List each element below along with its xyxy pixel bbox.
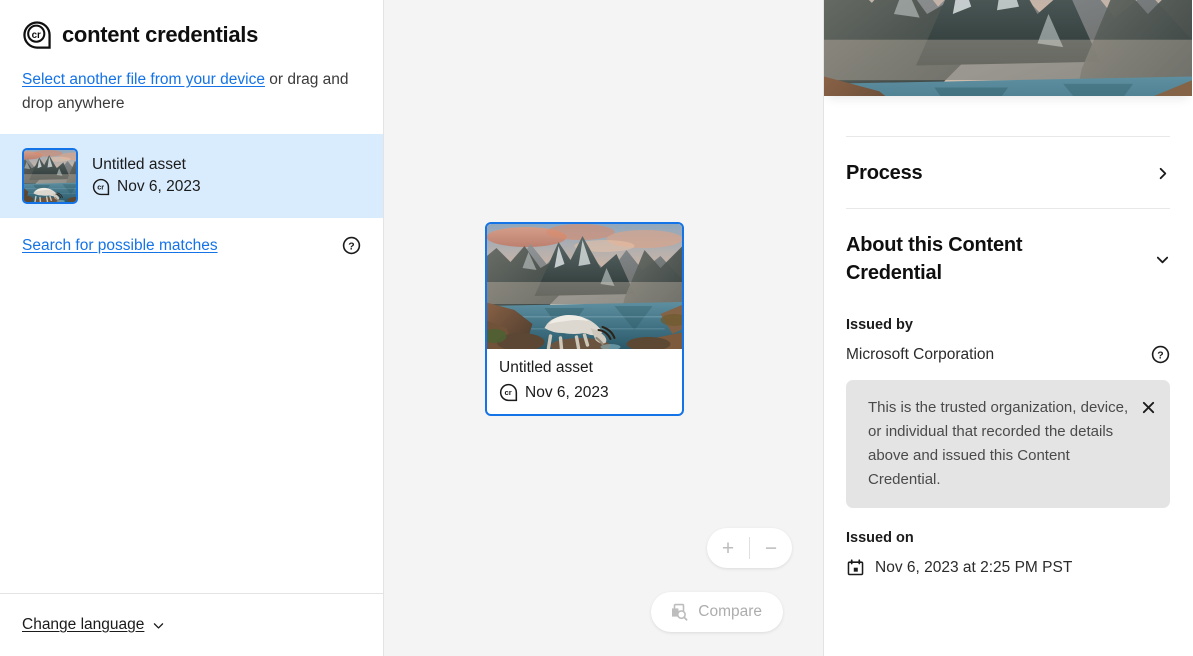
asset-meta: Untitled asset cr Nov 6, 2023 bbox=[92, 156, 201, 196]
asset-thumbnail bbox=[22, 148, 78, 204]
upload-instructions: Select another file from your device or … bbox=[0, 50, 383, 116]
issued-by-field: Issued by Microsoft Corporation ? bbox=[846, 317, 1170, 364]
question-circle-icon[interactable]: ? bbox=[342, 236, 361, 255]
issued-on-label: Issued on bbox=[846, 530, 1170, 546]
sidebar-spacer bbox=[0, 255, 383, 593]
cr-badge-icon: cr bbox=[92, 178, 110, 196]
svg-text:?: ? bbox=[348, 242, 354, 253]
asset-card-image bbox=[487, 224, 682, 349]
cr-badge-icon: cr bbox=[499, 383, 518, 402]
section-process[interactable]: Process bbox=[846, 137, 1170, 208]
details-panel: Untitled asset cr Nov 6, 2023 Process bbox=[824, 0, 1192, 656]
brand: cr content credentials bbox=[0, 0, 383, 50]
asset-list: Untitled asset cr Nov 6, 2023 bbox=[0, 134, 383, 218]
panel-body: Process About this Content Credential Is… bbox=[824, 96, 1192, 656]
question-circle-icon[interactable]: ? bbox=[1151, 345, 1170, 364]
asset-card-body: Untitled asset cr Nov 6, 2023 bbox=[487, 349, 682, 414]
section-about-title: About this Content Credential bbox=[846, 231, 1096, 287]
asset-card-date: cr Nov 6, 2023 bbox=[499, 383, 670, 402]
issued-by-tooltip: This is the trusted organization, device… bbox=[846, 380, 1170, 508]
change-language-button[interactable]: Change language bbox=[0, 593, 383, 656]
compare-button[interactable]: Compare bbox=[651, 592, 783, 632]
left-sidebar: cr content credentials Select another fi… bbox=[0, 0, 384, 656]
list-item[interactable]: Untitled asset cr Nov 6, 2023 bbox=[0, 134, 383, 218]
panel-header-thumbnail bbox=[846, 19, 904, 77]
search-matches-row: Search for possible matches ? bbox=[0, 218, 383, 255]
issued-by-value: Microsoft Corporation bbox=[846, 346, 994, 364]
calendar-icon bbox=[846, 558, 865, 577]
issued-on-value-row: Nov 6, 2023 at 2:25 PM PST bbox=[846, 558, 1170, 577]
canvas-area: Untitled asset cr Nov 6, 2023 + − bbox=[384, 0, 824, 656]
issued-on-field: Issued on Nov 6, 2023 at 2:25 PM PST bbox=[846, 530, 1170, 577]
section-about-content-credential[interactable]: About this Content Credential bbox=[846, 209, 1170, 305]
app-root: cr content credentials Select another fi… bbox=[0, 0, 1193, 656]
asset-name: Untitled asset bbox=[92, 156, 201, 174]
search-possible-matches-link[interactable]: Search for possible matches bbox=[22, 237, 218, 255]
asset-card[interactable]: Untitled asset cr Nov 6, 2023 bbox=[485, 222, 684, 416]
landscape-artwork bbox=[846, 19, 904, 77]
asset-date-text: Nov 6, 2023 bbox=[117, 178, 201, 196]
panel-header: Untitled asset cr Nov 6, 2023 bbox=[824, 0, 1192, 96]
section-process-title: Process bbox=[846, 159, 922, 187]
svg-text:?: ? bbox=[1157, 351, 1163, 362]
issued-by-value-row: Microsoft Corporation ? bbox=[846, 345, 1170, 364]
close-x-icon[interactable] bbox=[1141, 400, 1156, 415]
asset-card-date-text: Nov 6, 2023 bbox=[525, 384, 609, 402]
change-language-label: Change language bbox=[22, 616, 144, 634]
tooltip-text: This is the trusted organization, device… bbox=[868, 396, 1131, 492]
chevron-right-icon bbox=[1155, 166, 1170, 181]
svg-text:cr: cr bbox=[32, 30, 41, 41]
svg-text:cr: cr bbox=[504, 388, 511, 397]
select-file-link[interactable]: Select another file from your device bbox=[22, 71, 265, 88]
zoom-in-button[interactable]: + bbox=[707, 528, 749, 568]
asset-card-title: Untitled asset bbox=[499, 359, 670, 377]
content-credentials-cr-icon: cr bbox=[22, 20, 52, 50]
svg-text:cr: cr bbox=[97, 182, 104, 191]
zoom-out-button[interactable]: − bbox=[750, 528, 792, 568]
compare-icon bbox=[669, 602, 689, 622]
landscape-artwork bbox=[487, 224, 682, 349]
zoom-controls: + − bbox=[707, 528, 792, 568]
issued-on-value: Nov 6, 2023 at 2:25 PM PST bbox=[875, 559, 1072, 577]
issued-by-label: Issued by bbox=[846, 317, 1170, 333]
landscape-artwork bbox=[24, 150, 76, 202]
asset-date: cr Nov 6, 2023 bbox=[92, 178, 201, 196]
compare-label: Compare bbox=[698, 603, 762, 621]
chevron-down-icon bbox=[152, 619, 165, 632]
chevron-down-icon bbox=[1155, 252, 1170, 267]
brand-title: content credentials bbox=[62, 22, 258, 48]
